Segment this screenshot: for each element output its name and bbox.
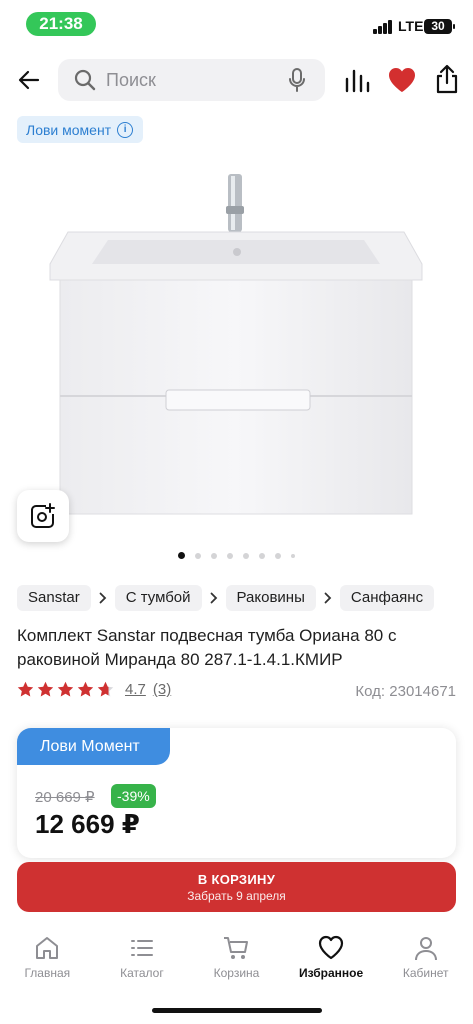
chevron-right-icon (322, 592, 334, 604)
cart-icon (224, 937, 249, 959)
gallery-dot[interactable] (291, 553, 295, 558)
chevron-right-icon (208, 592, 220, 604)
breadcrumb-item[interactable]: Санфаянс (339, 585, 435, 611)
breadcrumb-item[interactable]: Раковины (225, 585, 316, 611)
gallery-dot[interactable] (243, 552, 249, 559)
star-icon (97, 681, 114, 697)
product-code: Код: 23014671 (355, 683, 456, 700)
gallery-dot[interactable] (259, 552, 265, 559)
battery-icon: 30 (424, 19, 455, 34)
gallery-dot[interactable] (195, 552, 201, 559)
signal-icon (373, 20, 393, 34)
heart-icon[interactable] (387, 66, 417, 94)
discount-badge: -39% (111, 784, 156, 808)
status-time: 21:38 (26, 12, 96, 36)
microphone-icon[interactable] (289, 68, 305, 92)
gallery-dot[interactable] (227, 552, 233, 559)
rating-value[interactable]: 4.7 (125, 681, 146, 698)
nav-label: Корзина (213, 966, 260, 980)
promo-chip-label: Лови момент (26, 121, 112, 138)
search-bar[interactable] (58, 59, 325, 101)
promo-banner: Лови Момент (17, 728, 170, 765)
gallery-dot[interactable] (275, 552, 281, 559)
nav-item-favorites[interactable]: Избранное (284, 928, 379, 988)
nav-label: Главная (24, 966, 71, 980)
promo-chip[interactable]: Лови момент i (17, 116, 144, 143)
price-card: Лови Момент 20 669 ₽ -39% 12 669 ₽ (17, 728, 456, 858)
nav-label: Избранное (298, 966, 364, 980)
search-input[interactable] (106, 59, 276, 101)
product-title: Комплект Sanstar подвесная тумба Ориана … (17, 626, 397, 669)
nav-label: Кабинет (402, 966, 449, 980)
arrow-left-icon (18, 70, 40, 90)
rating-count[interactable]: (3) (153, 681, 171, 698)
search-icon (74, 69, 96, 91)
photo-search-button[interactable] (17, 490, 69, 542)
nav-item-home[interactable]: Главная (0, 928, 95, 988)
rating-stars (17, 681, 114, 698)
gallery-dot[interactable] (178, 552, 185, 559)
rating[interactable]: 4.7 (3) (17, 681, 171, 698)
heart-icon (318, 935, 344, 960)
home-indicator (152, 1008, 322, 1013)
star-icon (17, 681, 34, 697)
status-bar: 21:38 LTE 30 (0, 0, 473, 50)
bottom-nav: Главная Каталог Корзина Избранное Кабине… (0, 928, 473, 988)
photo-search-icon (31, 503, 55, 528)
share-icon[interactable] (434, 64, 460, 94)
add-to-cart-label: В КОРЗИНУ (197, 872, 276, 887)
nav-item-catalog[interactable]: Каталог (95, 928, 190, 988)
add-to-cart-button[interactable]: В КОРЗИНУ Забрать 9 апреля (17, 862, 456, 912)
catalog-icon (130, 940, 153, 956)
network-type: LTE (398, 18, 424, 34)
home-icon (36, 937, 59, 959)
back-button[interactable] (14, 64, 44, 96)
info-icon: i (117, 121, 134, 138)
nav-item-cart[interactable]: Корзина (189, 928, 284, 988)
product-image[interactable] (46, 168, 426, 528)
pickup-date: Забрать 9 апреля (187, 889, 286, 903)
star-icon (77, 681, 94, 697)
gallery-dot[interactable] (211, 552, 217, 559)
chevron-right-icon (97, 592, 109, 604)
breadcrumb-item[interactable]: Sanstar (17, 585, 91, 611)
star-icon (37, 681, 54, 697)
current-price: 12 669 ₽ (35, 809, 140, 839)
gallery-pagination[interactable] (0, 552, 473, 559)
profile-icon (414, 937, 437, 961)
star-icon (57, 681, 74, 697)
compare-bars-icon[interactable] (344, 67, 370, 93)
old-price: 20 669 ₽ (35, 789, 95, 806)
nav-label: Каталог (120, 966, 164, 980)
breadcrumb: Sanstar С тумбой Раковины Санфаянс (17, 585, 435, 611)
nav-item-profile[interactable]: Кабинет (378, 928, 473, 988)
breadcrumb-item[interactable]: С тумбой (114, 585, 202, 611)
